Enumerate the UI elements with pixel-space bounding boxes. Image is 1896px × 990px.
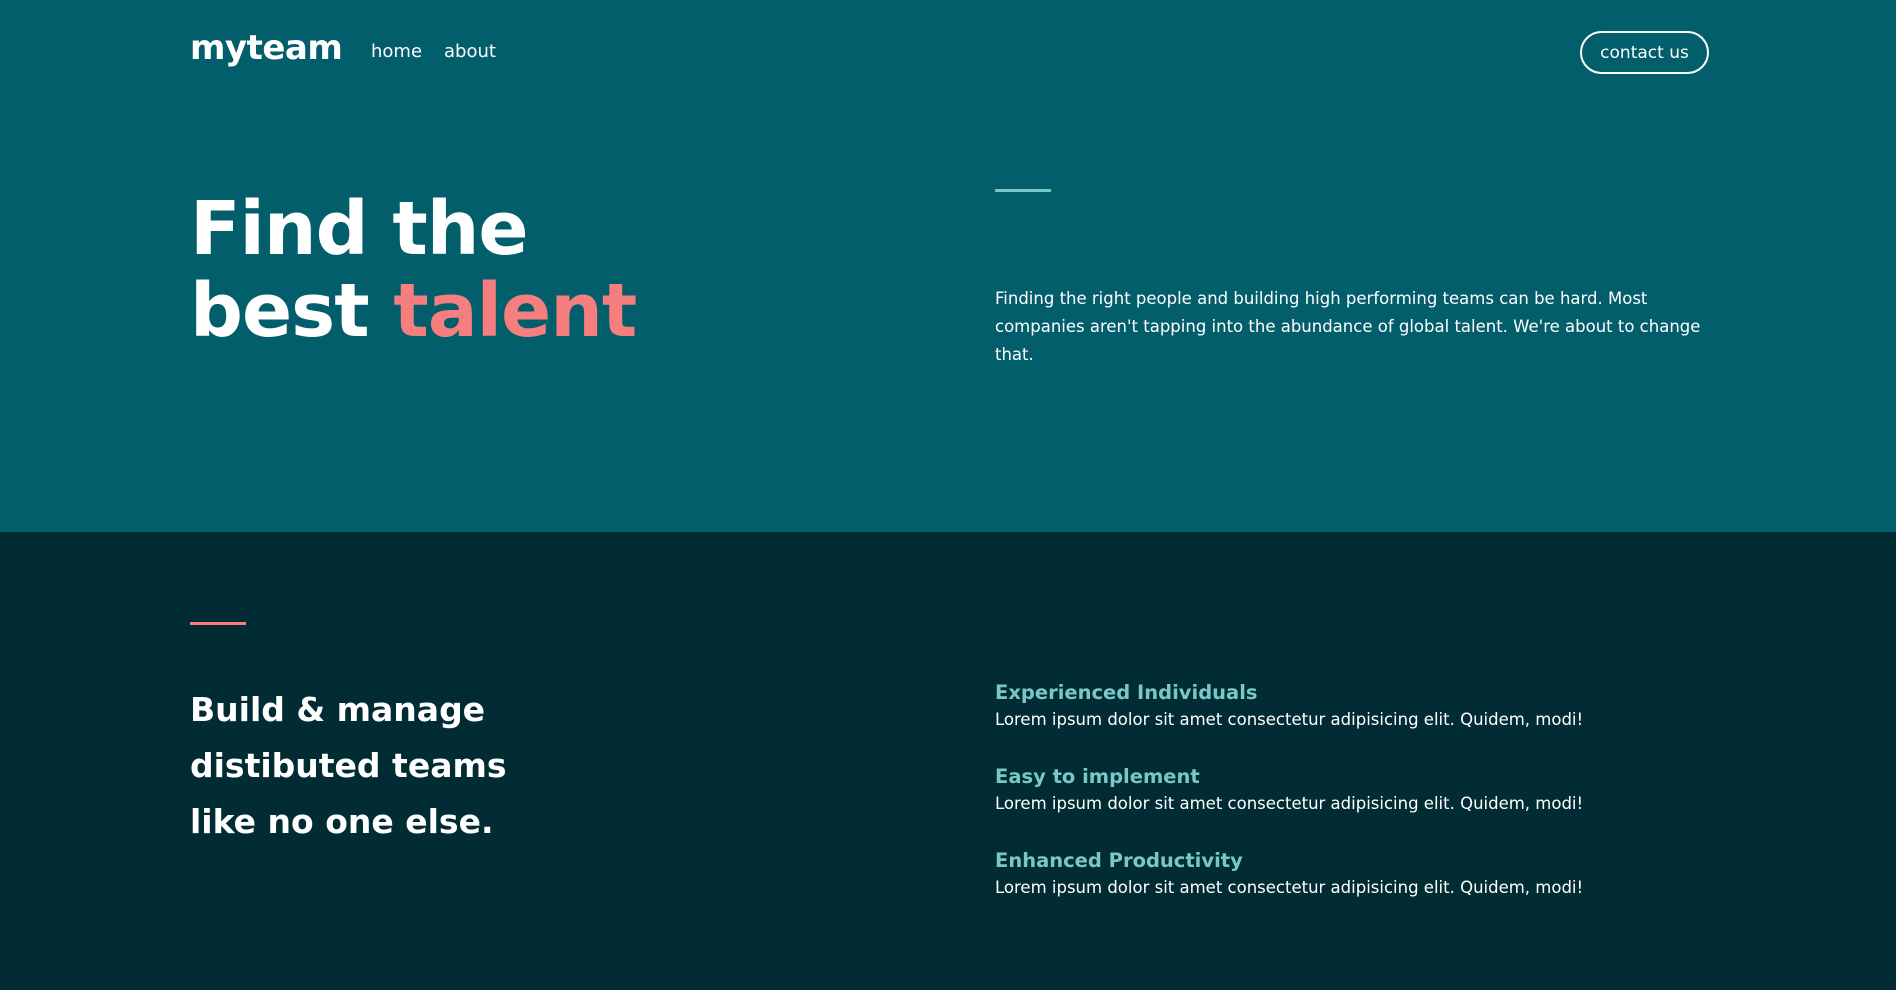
nav-link-about[interactable]: about — [444, 41, 496, 62]
features-title-line3: like no one else. — [190, 802, 494, 841]
feature-list: Experienced Individuals Lorem ipsum dolo… — [995, 680, 1715, 932]
features-title: Build & manage distibuted teams like no … — [190, 682, 650, 850]
feature-item: Easy to implement Lorem ipsum dolor sit … — [995, 764, 1715, 848]
feature-text: Lorem ipsum dolor sit amet consectetur a… — [995, 710, 1584, 729]
feature-item: Enhanced Productivity Lorem ipsum dolor … — [995, 848, 1715, 932]
hero-divider — [995, 189, 1051, 192]
feature-text: Lorem ipsum dolor sit amet consectetur a… — [995, 794, 1584, 813]
hero-title-line2: best — [190, 268, 394, 354]
feature-heading: Easy to implement — [995, 765, 1200, 788]
logo[interactable]: myteam — [190, 28, 343, 68]
hero-title-accent: talent — [393, 268, 637, 354]
hero-section: myteam home about contact us Find the be… — [0, 0, 1896, 532]
main-nav: home about — [371, 41, 496, 62]
feature-item: Experienced Individuals Lorem ipsum dolo… — [995, 680, 1715, 764]
hero-title-line1: Find the — [190, 186, 529, 272]
features-divider — [190, 622, 246, 625]
feature-heading: Experienced Individuals — [995, 681, 1258, 704]
feature-heading: Enhanced Productivity — [995, 849, 1243, 872]
nav-link-home[interactable]: home — [371, 41, 422, 62]
hero-title: Find the best talent — [190, 186, 637, 354]
features-title-line2: distibuted teams — [190, 746, 507, 785]
hero-description: Finding the right people and building hi… — [995, 289, 1701, 364]
contact-us-button[interactable]: contact us — [1580, 31, 1709, 74]
feature-text: Lorem ipsum dolor sit amet consectetur a… — [995, 878, 1584, 897]
features-title-line1: Build & manage — [190, 690, 486, 729]
